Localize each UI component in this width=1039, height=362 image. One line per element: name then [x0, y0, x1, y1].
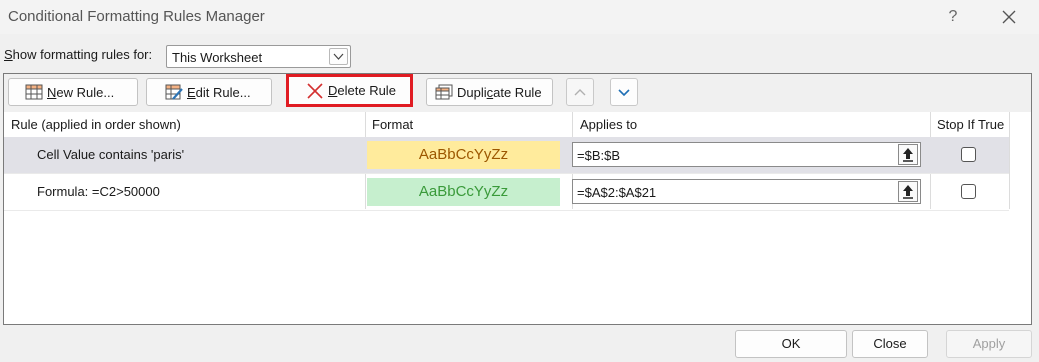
- rule-description: Cell Value contains 'paris': [37, 147, 185, 162]
- move-up-button[interactable]: [566, 78, 594, 106]
- col-format-header: Format: [372, 117, 414, 132]
- new-rule-icon: [25, 84, 43, 100]
- rule-row[interactable]: Cell Value contains 'paris' AaBbCcYyZz =…: [4, 137, 1009, 173]
- stop-if-true-checkbox[interactable]: [961, 147, 976, 162]
- duplicate-rule-icon: [435, 84, 453, 100]
- format-preview: AaBbCcYyZz: [367, 178, 560, 206]
- collapse-dialog-icon: [899, 185, 917, 204]
- edit-rule-icon: [165, 84, 183, 100]
- rule-description: Formula: =C2>50000: [37, 184, 160, 199]
- collapse-dialog-icon: [899, 148, 917, 167]
- applies-to-value: =$A$2:$A$21: [577, 185, 657, 200]
- chevron-down-icon: [617, 85, 631, 100]
- column-divider: [1009, 112, 1010, 209]
- help-button[interactable]: ?: [938, 4, 968, 30]
- col-applies-header: Applies to: [580, 117, 638, 132]
- col-stop-header: Stop If True: [937, 117, 1005, 132]
- chevron-up-icon: [573, 85, 587, 100]
- range-select-button[interactable]: [898, 181, 918, 202]
- duplicate-rule-label: Duplicate Rule: [457, 84, 542, 100]
- row-divider: [4, 210, 1009, 211]
- applies-to-field[interactable]: =$A$2:$A$21: [572, 179, 921, 204]
- title-bar: Conditional Formatting Rules Manager ?: [0, 0, 1039, 34]
- move-down-button[interactable]: [610, 78, 638, 106]
- duplicate-rule-button[interactable]: Duplicate Rule: [426, 78, 553, 106]
- dialog-title: Conditional Formatting Rules Manager: [8, 8, 265, 25]
- col-rule-header: Rule (applied in order shown): [11, 117, 181, 132]
- rules-toolbar: New Rule... Edit Rule... Delete Rule Dup…: [4, 74, 1031, 112]
- show-rules-label: Show formatting rules for:: [4, 47, 153, 62]
- show-rules-value: This Worksheet: [172, 50, 263, 65]
- delete-rule-button[interactable]: Delete Rule: [286, 74, 413, 107]
- delete-x-icon: [306, 82, 324, 99]
- new-rule-button[interactable]: New Rule...: [8, 78, 138, 106]
- rules-panel: New Rule... Edit Rule... Delete Rule Dup…: [3, 73, 1032, 325]
- rule-row[interactable]: Formula: =C2>50000 AaBbCcYyZz =$A$2:$A$2…: [4, 174, 1009, 210]
- new-rule-label: New Rule...: [47, 84, 115, 100]
- edit-rule-button[interactable]: Edit Rule...: [146, 78, 272, 106]
- applies-to-value: =$B:$B: [577, 148, 621, 163]
- delete-rule-label: Delete Rule: [328, 83, 396, 98]
- format-preview: AaBbCcYyZz: [367, 141, 560, 169]
- ok-button[interactable]: OK: [735, 330, 847, 358]
- chevron-down-icon[interactable]: [329, 48, 348, 65]
- edit-rule-label: Edit Rule...: [187, 84, 251, 100]
- apply-button[interactable]: Apply: [946, 330, 1032, 358]
- applies-to-field[interactable]: =$B:$B: [572, 142, 921, 167]
- range-select-button[interactable]: [898, 144, 918, 165]
- show-rules-dropdown[interactable]: This Worksheet: [166, 45, 351, 68]
- close-button[interactable]: Close: [852, 330, 928, 358]
- stop-if-true-checkbox[interactable]: [961, 184, 976, 199]
- close-icon[interactable]: [994, 4, 1024, 30]
- rules-table-header: Rule (applied in order shown) Format App…: [4, 112, 1031, 137]
